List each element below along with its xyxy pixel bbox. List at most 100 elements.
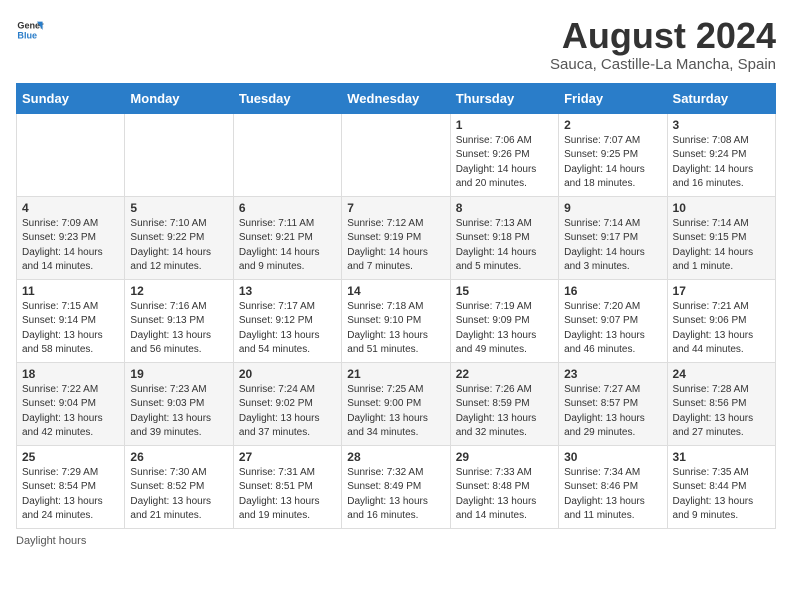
day-number: 14 [347,284,444,298]
day-number: 8 [456,201,553,215]
weekday-tuesday: Tuesday [233,83,341,113]
calendar-body: 1Sunrise: 7:06 AM Sunset: 9:26 PM Daylig… [17,113,776,528]
day-info: Sunrise: 7:29 AM Sunset: 8:54 PM Dayligh… [22,466,119,524]
day-number: 10 [673,201,770,215]
day-number: 29 [456,450,553,464]
calendar-cell: 24Sunrise: 7:28 AM Sunset: 8:56 PM Dayli… [667,362,775,445]
day-info: Sunrise: 7:11 AM Sunset: 9:21 PM Dayligh… [239,217,336,275]
week-row-0: 1Sunrise: 7:06 AM Sunset: 9:26 PM Daylig… [17,113,776,196]
weekday-header-row: SundayMondayTuesdayWednesdayThursdayFrid… [17,83,776,113]
day-info: Sunrise: 7:21 AM Sunset: 9:06 PM Dayligh… [673,300,770,358]
day-info: Sunrise: 7:22 AM Sunset: 9:04 PM Dayligh… [22,383,119,441]
calendar-cell: 11 Sunrise: 7:15 AM Sunset: 9:14 PM Dayli… [17,279,125,362]
day-number: 4 [22,201,119,215]
day-info: Sunrise: 7:20 AM Sunset: 9:07 PM Dayligh… [564,300,661,358]
day-info: Sunrise: 7:15 AM Sunset: 9:14 PM Dayligh… [22,300,119,358]
day-info: Sunrise: 7:17 AM Sunset: 9:12 PM Dayligh… [239,300,336,358]
calendar-cell: 16 Sunrise: 7:20 AM Sunset: 9:07 PM Dayli… [559,279,667,362]
day-info: Sunrise: 7:12 AM Sunset: 9:19 PM Dayligh… [347,217,444,275]
calendar-cell: 4 Sunrise: 7:09 AM Sunset: 9:23 PM Daylig… [17,196,125,279]
calendar-cell: 6 Sunrise: 7:11 AM Sunset: 9:21 PM Daylig… [233,196,341,279]
day-info: Sunrise: 7:08 AM Sunset: 9:24 PM Dayligh… [673,134,770,192]
calendar-cell: 19Sunrise: 7:23 AM Sunset: 9:03 PM Dayli… [125,362,233,445]
day-number: 28 [347,450,444,464]
day-info: Sunrise: 7:13 AM Sunset: 9:18 PM Dayligh… [456,217,553,275]
calendar-cell: 7 Sunrise: 7:12 AM Sunset: 9:19 PM Daylig… [342,196,450,279]
day-number: 30 [564,450,661,464]
day-info: Sunrise: 7:14 AM Sunset: 9:17 PM Dayligh… [564,217,661,275]
day-number: 7 [347,201,444,215]
day-number: 21 [347,367,444,381]
calendar-cell: 10 Sunrise: 7:14 AM Sunset: 9:15 PM Dayli… [667,196,775,279]
day-info: Sunrise: 7:28 AM Sunset: 8:56 PM Dayligh… [673,383,770,441]
day-number: 27 [239,450,336,464]
weekday-wednesday: Wednesday [342,83,450,113]
day-info: Sunrise: 7:18 AM Sunset: 9:10 PM Dayligh… [347,300,444,358]
day-number: 16 [564,284,661,298]
week-row-1: 4 Sunrise: 7:09 AM Sunset: 9:23 PM Daylig… [17,196,776,279]
week-row-2: 11 Sunrise: 7:15 AM Sunset: 9:14 PM Dayli… [17,279,776,362]
day-info: Sunrise: 7:09 AM Sunset: 9:23 PM Dayligh… [22,217,119,275]
day-number: 25 [22,450,119,464]
calendar-cell: 1Sunrise: 7:06 AM Sunset: 9:26 PM Daylig… [450,113,558,196]
day-info: Sunrise: 7:32 AM Sunset: 8:49 PM Dayligh… [347,466,444,524]
calendar-cell: 21Sunrise: 7:25 AM Sunset: 9:00 PM Dayli… [342,362,450,445]
calendar-cell: 2 Sunrise: 7:07 AM Sunset: 9:25 PM Daylig… [559,113,667,196]
day-number: 15 [456,284,553,298]
day-info: Sunrise: 7:31 AM Sunset: 8:51 PM Dayligh… [239,466,336,524]
day-number: 3 [673,118,770,132]
daylight-hours-label: Daylight hours [16,535,86,547]
calendar-cell: 22 Sunrise: 7:26 AM Sunset: 8:59 PM Dayli… [450,362,558,445]
calendar-cell: 18Sunrise: 7:22 AM Sunset: 9:04 PM Dayli… [17,362,125,445]
calendar-cell: 26Sunrise: 7:30 AM Sunset: 8:52 PM Dayli… [125,445,233,528]
day-number: 11 [22,284,119,298]
day-number: 20 [239,367,336,381]
calendar-cell: 28 Sunrise: 7:32 AM Sunset: 8:49 PM Dayli… [342,445,450,528]
day-number: 22 [456,367,553,381]
week-row-3: 18Sunrise: 7:22 AM Sunset: 9:04 PM Dayli… [17,362,776,445]
calendar-cell: 3 Sunrise: 7:08 AM Sunset: 9:24 PM Daylig… [667,113,775,196]
day-info: Sunrise: 7:07 AM Sunset: 9:25 PM Dayligh… [564,134,661,192]
calendar-cell: 23Sunrise: 7:27 AM Sunset: 8:57 PM Dayli… [559,362,667,445]
calendar-cell [342,113,450,196]
weekday-friday: Friday [559,83,667,113]
calendar-cell: 31 Sunrise: 7:35 AM Sunset: 8:44 PM Dayli… [667,445,775,528]
calendar-cell: 15 Sunrise: 7:19 AM Sunset: 9:09 PM Dayli… [450,279,558,362]
calendar-cell: 5 Sunrise: 7:10 AM Sunset: 9:22 PM Daylig… [125,196,233,279]
calendar-cell: 27 Sunrise: 7:31 AM Sunset: 8:51 PM Dayli… [233,445,341,528]
main-title: August 2024 [550,16,776,56]
day-number: 23 [564,367,661,381]
week-row-4: 25 Sunrise: 7:29 AM Sunset: 8:54 PM Dayli… [17,445,776,528]
logo-icon: General Blue [16,16,44,44]
day-info: Sunrise: 7:19 AM Sunset: 9:09 PM Dayligh… [456,300,553,358]
weekday-monday: Monday [125,83,233,113]
footer-note: Daylight hours [16,535,776,547]
day-info: Sunrise: 7:06 AM Sunset: 9:26 PM Dayligh… [456,134,553,192]
day-number: 2 [564,118,661,132]
day-info: Sunrise: 7:35 AM Sunset: 8:44 PM Dayligh… [673,466,770,524]
day-number: 13 [239,284,336,298]
day-info: Sunrise: 7:33 AM Sunset: 8:48 PM Dayligh… [456,466,553,524]
day-number: 17 [673,284,770,298]
calendar-cell: 29 Sunrise: 7:33 AM Sunset: 8:48 PM Dayli… [450,445,558,528]
weekday-sunday: Sunday [17,83,125,113]
day-info: Sunrise: 7:24 AM Sunset: 9:02 PM Dayligh… [239,383,336,441]
day-info: Sunrise: 7:14 AM Sunset: 9:15 PM Dayligh… [673,217,770,275]
calendar-cell: 12Sunrise: 7:16 AM Sunset: 9:13 PM Dayli… [125,279,233,362]
calendar-table: SundayMondayTuesdayWednesdayThursdayFrid… [16,83,776,529]
weekday-saturday: Saturday [667,83,775,113]
calendar-cell [125,113,233,196]
title-area: August 2024 Sauca, Castille-La Mancha, S… [550,16,776,73]
day-info: Sunrise: 7:26 AM Sunset: 8:59 PM Dayligh… [456,383,553,441]
calendar-cell: 13 Sunrise: 7:17 AM Sunset: 9:12 PM Dayli… [233,279,341,362]
day-info: Sunrise: 7:10 AM Sunset: 9:22 PM Dayligh… [130,217,227,275]
calendar-cell [17,113,125,196]
day-number: 5 [130,201,227,215]
day-number: 26 [130,450,227,464]
day-number: 31 [673,450,770,464]
calendar-cell: 14 Sunrise: 7:18 AM Sunset: 9:10 PM Dayli… [342,279,450,362]
subtitle: Sauca, Castille-La Mancha, Spain [550,56,776,73]
day-number: 6 [239,201,336,215]
day-info: Sunrise: 7:34 AM Sunset: 8:46 PM Dayligh… [564,466,661,524]
svg-text:Blue: Blue [17,30,37,40]
